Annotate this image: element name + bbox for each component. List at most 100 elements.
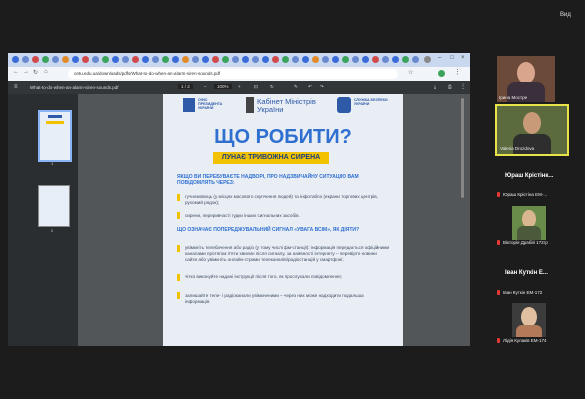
page-title: ЩО РОБИТИ? — [214, 126, 352, 148]
bookmark-icon[interactable]: ☆ — [408, 69, 413, 76]
tab-icon[interactable] — [172, 56, 179, 63]
profile-avatar[interactable] — [438, 70, 445, 77]
mic-muted-icon — [497, 240, 500, 245]
tab-icon[interactable] — [252, 56, 259, 63]
participant-video-tile[interactable] — [512, 303, 546, 337]
zoom-out-icon[interactable]: – — [204, 84, 207, 89]
tab-icon[interactable] — [332, 56, 339, 63]
tab-icon[interactable] — [352, 56, 359, 63]
tab-icon[interactable] — [272, 56, 279, 63]
pdf-filename: What-to-do-when-an-alarm-siren-sounds.pd… — [30, 85, 119, 90]
tab-icon[interactable] — [32, 56, 39, 63]
tab-icon[interactable] — [122, 56, 129, 63]
bullet-text: гучномовець (у місцях масового скупчення… — [185, 194, 379, 205]
tab-icon[interactable] — [212, 56, 219, 63]
tab-icon[interactable] — [232, 56, 239, 63]
bullet-icon — [177, 194, 180, 201]
tab-icon[interactable] — [162, 56, 169, 63]
participant-video-tile[interactable] — [512, 206, 546, 240]
bullet-text: сирени, переривчасті гудки інших сигналь… — [185, 213, 300, 218]
tab-icon[interactable] — [362, 56, 369, 63]
view-menu[interactable]: Вид — [560, 12, 571, 18]
tab-icon[interactable] — [52, 56, 59, 63]
tab-icon[interactable] — [412, 56, 419, 63]
tab-icon[interactable] — [192, 56, 199, 63]
tab-icon[interactable] — [82, 56, 89, 63]
bullet-text: увімкніть телебачення або радіо (у тому … — [185, 245, 390, 262]
tab-icon[interactable] — [42, 56, 49, 63]
menu-icon[interactable]: ⋮ — [454, 68, 461, 76]
browser-tab-bar[interactable]: – □ × — [8, 53, 470, 67]
participant-name: Юраш Крістіна ЕМ-... — [503, 192, 548, 197]
tab-icon[interactable] — [262, 56, 269, 63]
tab-icon[interactable] — [342, 56, 349, 63]
tab-icon[interactable] — [302, 56, 309, 63]
pdf-menu-icon[interactable]: ≡ — [14, 84, 18, 90]
thumb-title-block — [48, 115, 62, 118]
tab-icon[interactable] — [142, 56, 149, 63]
bullet-text: чітко виконуйте надані інструкції після … — [185, 274, 342, 279]
question-1: ЯКЩО ВИ ПЕРЕБУВАЄТЕ НАДВОРІ, ПРО НАДЗВИЧ… — [177, 174, 359, 186]
tab-icon[interactable] — [312, 56, 319, 63]
tab-icon[interactable] — [22, 56, 29, 63]
print-icon[interactable]: ⎙ — [448, 84, 452, 89]
fit-page-icon[interactable]: ⊡ — [254, 84, 258, 90]
logo-text-cabinet: Кабінет Міністрів України — [257, 97, 316, 114]
zoom-in-icon[interactable]: + — [238, 84, 241, 89]
maximize-icon[interactable]: □ — [450, 55, 454, 61]
draw-icon[interactable]: ✎ — [294, 84, 298, 90]
thumb-number: 2 — [51, 228, 54, 233]
tab-icon[interactable] — [372, 56, 379, 63]
shared-screen: – □ × ← → ↻ ⌂ ontu.edu.ua/downloads/pdfs… — [8, 53, 470, 346]
tab-icon[interactable] — [12, 56, 19, 63]
tab-icon[interactable] — [392, 56, 399, 63]
bullet-icon — [177, 245, 180, 252]
page-thumbnail-2[interactable] — [38, 185, 70, 227]
tab-icon[interactable] — [132, 56, 139, 63]
reload-icon[interactable]: ↻ — [33, 69, 38, 76]
tab-icon[interactable] — [62, 56, 69, 63]
tab-icon[interactable] — [202, 56, 209, 63]
active-speaker-tile[interactable]: Valeria Drozdova — [495, 104, 569, 156]
tab-icon[interactable] — [102, 56, 109, 63]
zoom-level[interactable]: 100% — [214, 84, 232, 89]
tab-icon[interactable] — [72, 56, 79, 63]
page-indicator[interactable]: 1 / 2 — [178, 84, 193, 89]
more-icon[interactable]: ⋮ — [460, 83, 466, 90]
redo-icon[interactable]: ↷ — [320, 84, 324, 90]
pdf-thumbnail-sidebar: 1 2 — [8, 94, 78, 346]
participant-name: Valeria Drozdova — [500, 146, 535, 151]
tab-icon[interactable] — [382, 56, 389, 63]
new-tab-icon[interactable] — [424, 56, 431, 63]
tab-icon[interactable] — [242, 56, 249, 63]
tab-icon[interactable] — [182, 56, 189, 63]
trident-icon — [246, 97, 254, 113]
tab-icon[interactable] — [292, 56, 299, 63]
thumb-banner — [46, 121, 64, 124]
tab-icon[interactable] — [282, 56, 289, 63]
pdf-page: ОФІС ПРЕЗИДЕНТА УКРАЇНИ Кабінет Міністрі… — [163, 94, 403, 346]
minimize-icon[interactable]: – — [438, 55, 441, 61]
download-icon[interactable]: ⤓ — [434, 84, 436, 89]
undo-icon[interactable]: ↶ — [308, 84, 312, 90]
forward-icon[interactable]: → — [23, 69, 29, 75]
tab-icon[interactable] — [112, 56, 119, 63]
logo-text-sbu: СЛУЖБА БЕЗПЕКИ УКРАЇНИ — [354, 98, 388, 107]
tab-icon[interactable] — [222, 56, 229, 63]
tab-icon[interactable] — [402, 56, 409, 63]
close-icon[interactable]: × — [461, 55, 465, 61]
bullet-text: залишайте теле- і радіоканали увімкненим… — [185, 293, 364, 304]
tab-icon[interactable] — [92, 56, 99, 63]
tab-icon[interactable] — [322, 56, 329, 63]
sbu-logo — [337, 97, 351, 113]
page-thumbnail-1[interactable] — [38, 110, 72, 162]
tab-icon[interactable] — [152, 56, 159, 63]
participant-video-tile[interactable]: Ірина Мостре — [497, 56, 555, 102]
home-icon[interactable]: ⌂ — [44, 69, 48, 75]
pdf-scrollbar[interactable] — [461, 98, 464, 198]
participant-face — [517, 62, 535, 84]
rotate-icon[interactable]: ↻ — [270, 84, 274, 90]
participant-name: Вікторія Драбій 172гр — [503, 240, 548, 245]
back-icon[interactable]: ← — [13, 69, 19, 75]
address-bar[interactable]: ontu.edu.ua/downloads/pdfs/What-to-do-wh… — [68, 69, 398, 79]
